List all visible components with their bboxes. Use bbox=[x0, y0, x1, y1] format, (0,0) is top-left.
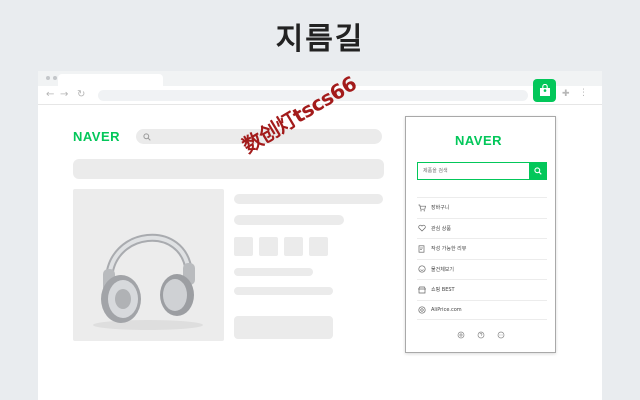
placeholder-line bbox=[234, 215, 344, 225]
menu-kebab-icon[interactable]: ⋮ bbox=[579, 88, 588, 98]
extension-popup: NAVER 장바구니 관심 상품 bbox=[405, 116, 556, 353]
search-icon bbox=[533, 167, 542, 175]
reload-icon[interactable]: ↻ bbox=[77, 88, 85, 102]
product-image[interactable] bbox=[73, 189, 224, 341]
placeholder-option bbox=[259, 237, 278, 256]
placeholder-line bbox=[234, 194, 383, 204]
popup-footer bbox=[406, 331, 555, 339]
popup-search-box bbox=[417, 162, 547, 180]
shop-icon bbox=[418, 286, 426, 294]
smile-icon bbox=[418, 265, 426, 273]
menu-item-label: AliPrice.com bbox=[431, 306, 462, 313]
placeholder-option bbox=[234, 237, 253, 256]
menu-item-shopping-best[interactable]: 쇼핑 BEST bbox=[417, 279, 547, 300]
menu-item-cart[interactable]: 장바구니 bbox=[417, 197, 547, 218]
menu-item-label: 작성 가능한 리뷰 bbox=[431, 246, 467, 253]
menu-item-label: 관심 상품 bbox=[431, 225, 451, 232]
feedback-icon[interactable] bbox=[497, 331, 505, 339]
menu-item-label: 쇼핑 BEST bbox=[431, 287, 455, 294]
popup-naver-logo[interactable]: NAVER bbox=[455, 133, 502, 148]
popup-search-input[interactable] bbox=[418, 163, 528, 179]
review-icon bbox=[418, 245, 425, 253]
heart-icon bbox=[418, 225, 426, 232]
placeholder-line bbox=[234, 268, 313, 276]
window-dot[interactable] bbox=[53, 76, 57, 80]
extensions-puzzle-icon[interactable]: ✚ bbox=[562, 89, 570, 99]
settings-icon[interactable] bbox=[457, 331, 465, 339]
menu-item-reviews[interactable]: 작성 가능한 리뷰 bbox=[417, 238, 547, 259]
popup-search-button[interactable] bbox=[529, 163, 546, 179]
help-icon[interactable] bbox=[477, 331, 485, 339]
window-dot[interactable] bbox=[46, 76, 50, 80]
placeholder-buy-button[interactable] bbox=[234, 316, 333, 339]
shopping-bag-icon bbox=[539, 84, 550, 96]
forward-icon[interactable]: → bbox=[60, 88, 68, 102]
page-naver-logo[interactable]: NAVER bbox=[73, 129, 120, 144]
placeholder-line bbox=[234, 287, 333, 295]
back-icon[interactable]: ← bbox=[46, 88, 54, 102]
popup-menu: 장바구니 관심 상품 작성 가능한 리뷰 물건체보기 쇼핑 BEST AliPr… bbox=[417, 197, 547, 320]
menu-item-wishlist[interactable]: 관심 상품 bbox=[417, 217, 547, 239]
headphones-image bbox=[93, 233, 203, 330]
placeholder-option bbox=[284, 237, 303, 256]
placeholder-banner bbox=[73, 159, 384, 179]
search-icon bbox=[143, 133, 151, 141]
extension-shopping-bag-button[interactable] bbox=[533, 79, 556, 102]
menu-item-label: 장바구니 bbox=[431, 205, 450, 212]
cart-icon bbox=[418, 204, 426, 212]
menu-item-label: 물건체보기 bbox=[431, 266, 455, 273]
placeholder-option bbox=[309, 237, 328, 256]
menu-item-aliprice[interactable]: AliPrice.com bbox=[417, 299, 547, 320]
menu-item-browse[interactable]: 물건체보기 bbox=[417, 258, 547, 280]
aliprice-icon bbox=[418, 306, 426, 314]
hero-title: 지름길 bbox=[275, 22, 365, 57]
